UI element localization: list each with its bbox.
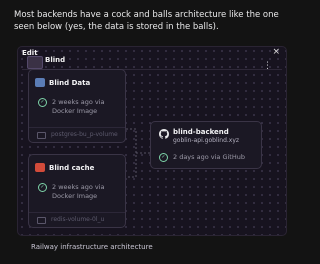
disk-icon bbox=[37, 217, 46, 224]
architecture-canvas[interactable]: Edit × ⋮ Blind Blind Data ✓ 2 weeks ago … bbox=[17, 46, 287, 236]
github-icon bbox=[159, 129, 169, 139]
deploy-status: ✓ 2 weeks ago via Docker Image bbox=[38, 98, 122, 116]
postgres-icon bbox=[35, 78, 45, 87]
volume-name: redis-volume-0l_u bbox=[51, 216, 105, 223]
volume-row[interactable]: redis-volume-0l_u bbox=[29, 212, 125, 227]
deploy-status: ✓ 2 weeks ago via Docker Image bbox=[38, 183, 122, 201]
status-text: 2 days ago via GitHub bbox=[173, 153, 245, 161]
redis-icon bbox=[35, 163, 45, 172]
service-domain[interactable]: goblin-api.goblind.xyz bbox=[173, 137, 239, 144]
check-icon: ✓ bbox=[38, 183, 47, 192]
service-card-blind-cache[interactable]: Blind cache ✓ 2 weeks ago via Docker Ima… bbox=[28, 154, 126, 228]
check-icon: ✓ bbox=[38, 98, 47, 107]
volume-name: postgres-bu_p-volume bbox=[51, 131, 118, 138]
service-card-blind-backend[interactable]: blind-backend goblin-api.goblind.xyz ✓ 2… bbox=[150, 121, 262, 169]
volume-row[interactable]: postgres-bu_p-volume bbox=[29, 127, 125, 142]
deploy-status: ✓ 2 days ago via GitHub bbox=[159, 153, 263, 162]
message-text: Most backends have a cock and balls arch… bbox=[14, 10, 279, 32]
figure-caption: Railway infrastructure architecture bbox=[31, 243, 153, 251]
disk-icon bbox=[37, 132, 46, 139]
check-icon: ✓ bbox=[159, 153, 168, 162]
status-text: 2 weeks ago via Docker Image bbox=[52, 98, 105, 115]
service-name: blind-backend bbox=[173, 128, 229, 136]
service-name: Blind Data bbox=[49, 79, 91, 87]
service-card-blind-data[interactable]: Blind Data ✓ 2 weeks ago via Docker Imag… bbox=[28, 69, 126, 143]
service-name: Blind cache bbox=[49, 164, 95, 172]
status-text: 2 weeks ago via Docker Image bbox=[52, 183, 105, 200]
